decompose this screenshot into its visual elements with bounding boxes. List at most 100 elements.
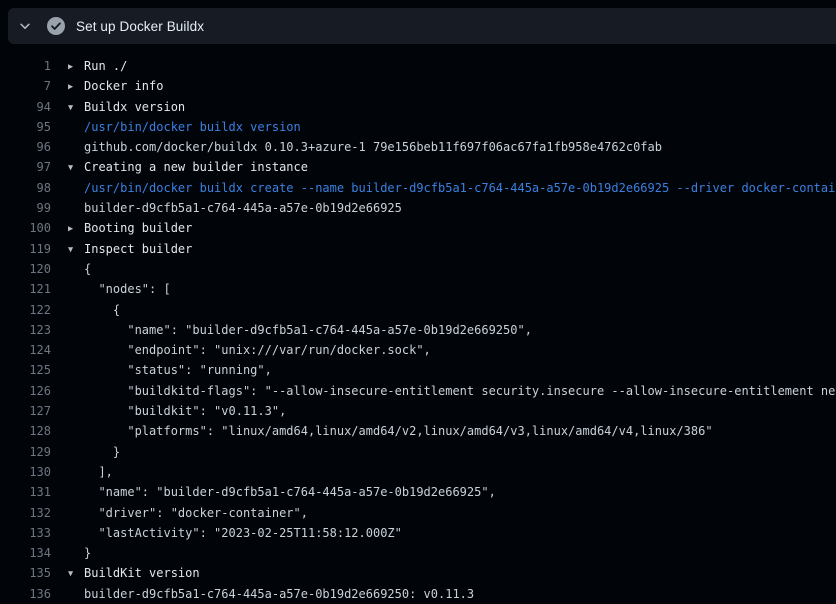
line-number[interactable]: 125 — [0, 360, 51, 380]
log-line: 128 "platforms": "linux/amd64,linux/amd6… — [0, 421, 836, 441]
output-text: "platforms": "linux/amd64,linux/amd64/v2… — [51, 421, 713, 441]
chevron-down-icon[interactable] — [17, 18, 33, 34]
output-text: } — [51, 442, 120, 462]
line-number[interactable]: 120 — [0, 259, 51, 279]
group-expanded-triangle-icon[interactable]: ▼ — [68, 564, 84, 583]
log-line: 122 { — [0, 300, 836, 320]
log-line: 134} — [0, 543, 836, 563]
log-line: 133 "lastActivity": "2023-02-25T11:58:12… — [0, 523, 836, 543]
line-number[interactable]: 131 — [0, 482, 51, 502]
line-number[interactable]: 132 — [0, 503, 51, 523]
line-number[interactable]: 1 — [0, 56, 51, 76]
output-text: "name": "builder-d9cfb5a1-c764-445a-a57e… — [51, 482, 496, 502]
group-row-content[interactable]: ▶Docker info — [51, 76, 163, 96]
line-number[interactable]: 136 — [0, 584, 51, 604]
output-text: "name": "builder-d9cfb5a1-c764-445a-a57e… — [51, 320, 532, 340]
step-title: Set up Docker Buildx — [76, 19, 204, 34]
line-number[interactable]: 133 — [0, 523, 51, 543]
group-label: Inspect builder — [84, 242, 192, 256]
group-label: Docker info — [84, 79, 163, 93]
line-number[interactable]: 7 — [0, 76, 51, 96]
command-text: /usr/bin/docker buildx create --name bui… — [51, 178, 836, 198]
group-row-content[interactable]: ▼Buildx version — [51, 97, 185, 117]
group-label: Booting builder — [84, 221, 192, 235]
group-row-content[interactable]: ▼BuildKit version — [51, 563, 200, 583]
line-number[interactable]: 123 — [0, 320, 51, 340]
line-number[interactable]: 100 — [0, 218, 51, 238]
line-number[interactable]: 94 — [0, 97, 51, 117]
log-line: 125 "status": "running", — [0, 360, 836, 380]
group-collapsed-triangle-icon[interactable]: ▶ — [68, 57, 84, 76]
group-label: Buildx version — [84, 100, 185, 114]
log-line: 130 ], — [0, 462, 836, 482]
log-line[interactable]: 7▶Docker info — [0, 76, 836, 96]
output-text: "driver": "docker-container", — [51, 503, 308, 523]
log-line: 126 "buildkitd-flags": "--allow-insecure… — [0, 381, 836, 401]
line-number[interactable]: 98 — [0, 178, 51, 198]
line-number[interactable]: 134 — [0, 543, 51, 563]
group-row-content[interactable]: ▼Inspect builder — [51, 239, 192, 259]
output-text: "buildkit": "v0.11.3", — [51, 401, 286, 421]
output-text: } — [51, 543, 91, 563]
log-line[interactable]: 1▶Run ./ — [0, 56, 836, 76]
line-number[interactable]: 119 — [0, 239, 51, 259]
log-line: 99builder-d9cfb5a1-c764-445a-a57e-0b19d2… — [0, 198, 836, 218]
group-collapsed-triangle-icon[interactable]: ▶ — [68, 219, 84, 238]
log-line[interactable]: 94▼Buildx version — [0, 97, 836, 117]
line-number[interactable]: 126 — [0, 381, 51, 401]
group-collapsed-triangle-icon[interactable]: ▶ — [68, 77, 84, 96]
log-line: 96github.com/docker/buildx 0.10.3+azure-… — [0, 137, 836, 157]
output-text: ], — [51, 462, 113, 482]
line-number[interactable]: 97 — [0, 157, 51, 177]
output-text: "nodes": [ — [51, 279, 171, 299]
log-line: 132 "driver": "docker-container", — [0, 503, 836, 523]
log-line: 120{ — [0, 259, 836, 279]
line-number[interactable]: 128 — [0, 421, 51, 441]
log-line: 123 "name": "builder-d9cfb5a1-c764-445a-… — [0, 320, 836, 340]
line-number[interactable]: 129 — [0, 442, 51, 462]
group-row-content[interactable]: ▼Creating a new builder instance — [51, 157, 308, 177]
line-number[interactable]: 124 — [0, 340, 51, 360]
group-expanded-triangle-icon[interactable]: ▼ — [68, 158, 84, 177]
log-line[interactable]: 135▼BuildKit version — [0, 563, 836, 583]
output-text: "status": "running", — [51, 360, 272, 380]
log-line: 127 "buildkit": "v0.11.3", — [0, 401, 836, 421]
log-line: 121 "nodes": [ — [0, 279, 836, 299]
line-number[interactable]: 122 — [0, 300, 51, 320]
group-row-content[interactable]: ▶Booting builder — [51, 218, 192, 238]
line-number[interactable]: 127 — [0, 401, 51, 421]
line-number[interactable]: 135 — [0, 563, 51, 583]
line-number[interactable]: 99 — [0, 198, 51, 218]
output-text: builder-d9cfb5a1-c764-445a-a57e-0b19d2e6… — [51, 198, 402, 218]
group-label: BuildKit version — [84, 566, 200, 580]
log-line: 136builder-d9cfb5a1-c764-445a-a57e-0b19d… — [0, 584, 836, 604]
output-text: github.com/docker/buildx 0.10.3+azure-1 … — [51, 137, 662, 157]
log-line: 131 "name": "builder-d9cfb5a1-c764-445a-… — [0, 482, 836, 502]
group-row-content[interactable]: ▶Run ./ — [51, 56, 127, 76]
log-line: 124 "endpoint": "unix:///var/run/docker.… — [0, 340, 836, 360]
log-line[interactable]: 119▼Inspect builder — [0, 239, 836, 259]
log-line: 98/usr/bin/docker buildx create --name b… — [0, 178, 836, 198]
check-circle-icon — [47, 17, 65, 35]
output-text: builder-d9cfb5a1-c764-445a-a57e-0b19d2e6… — [51, 584, 474, 604]
output-text: "buildkitd-flags": "--allow-insecure-ent… — [51, 381, 836, 401]
line-number[interactable]: 121 — [0, 279, 51, 299]
line-number[interactable]: 95 — [0, 117, 51, 137]
log-line: 95/usr/bin/docker buildx version — [0, 117, 836, 137]
group-label: Creating a new builder instance — [84, 160, 308, 174]
output-text: "lastActivity": "2023-02-25T11:58:12.000… — [51, 523, 402, 543]
command-text: /usr/bin/docker buildx version — [51, 117, 301, 137]
output-text: { — [51, 259, 91, 279]
log-line: 129 } — [0, 442, 836, 462]
log-line[interactable]: 100▶Booting builder — [0, 218, 836, 238]
output-text: { — [51, 300, 120, 320]
line-number[interactable]: 130 — [0, 462, 51, 482]
output-text: "endpoint": "unix:///var/run/docker.sock… — [51, 340, 431, 360]
group-expanded-triangle-icon[interactable]: ▼ — [68, 98, 84, 117]
line-number[interactable]: 96 — [0, 137, 51, 157]
group-expanded-triangle-icon[interactable]: ▼ — [68, 240, 84, 259]
group-label: Run ./ — [84, 59, 127, 73]
step-header-set-up-docker-buildx[interactable]: Set up Docker Buildx — [8, 8, 836, 44]
log-line[interactable]: 97▼Creating a new builder instance — [0, 157, 836, 177]
log-lines: 1▶Run ./7▶Docker info94▼Buildx version95… — [0, 56, 836, 604]
